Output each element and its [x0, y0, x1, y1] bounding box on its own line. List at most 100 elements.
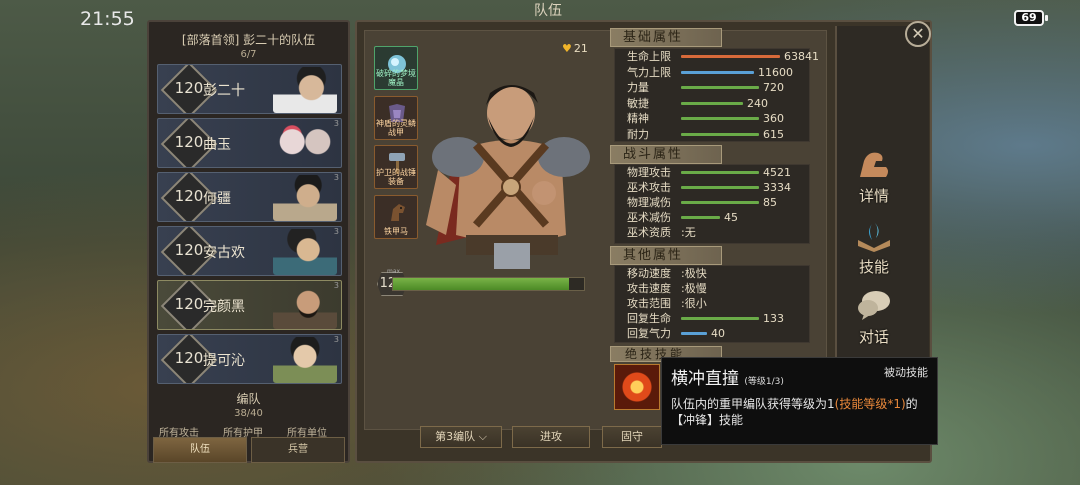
team-list-panel: [部落首领] 彭二十的队伍 6/7 120 彭二十 120 曲玉 3 120 何…	[147, 20, 350, 463]
combat-attributes-header: 战斗属性	[610, 145, 722, 164]
equipment-label: 护卫的战锤装备	[376, 168, 416, 186]
gold-value: 21	[573, 42, 588, 55]
skill-desc-prefix: 队伍内的重甲编队获得等级为1	[671, 397, 835, 411]
details-button[interactable]: 详情	[848, 147, 900, 206]
attribute-label: 耐力	[627, 127, 649, 141]
skill-desc-highlight: (技能等级*1)	[834, 397, 906, 411]
skill-name: 横冲直撞 (等级1/3)	[671, 364, 784, 389]
equipment-slot[interactable]: 护卫的战锤装备	[374, 145, 418, 189]
muscle-arm-icon	[860, 152, 888, 177]
member-portrait	[273, 67, 337, 113]
speech-bubble-icon	[858, 291, 890, 320]
window-title: 队伍	[534, 3, 562, 19]
chevron-down-icon: ⌵	[478, 430, 487, 443]
member-card-selected[interactable]: 120 完颜黑 3	[157, 280, 342, 330]
attribute-value: 360	[763, 112, 784, 125]
member-name: 完颜黑	[203, 299, 245, 315]
unit-filter-dropdown[interactable]: 所有单位	[287, 424, 327, 437]
skill-tooltip: 横冲直撞 (等级1/3) 被动技能 队伍内的重甲编队获得等级为1(技能等级*1)…	[661, 357, 938, 445]
tab-team[interactable]: 队伍	[153, 437, 247, 463]
attribute-bar	[681, 317, 759, 320]
attribute-bar	[681, 332, 707, 335]
attribute-label: 敏捷	[627, 96, 649, 110]
hero-hp-fill	[393, 278, 569, 290]
attribute-label: 巫术资质	[627, 226, 671, 239]
skill-name-text: 横冲直撞	[671, 369, 739, 389]
attribute-bar	[681, 101, 743, 105]
attribute-bar	[681, 117, 759, 120]
other-attributes-header: 其他属性	[610, 246, 722, 265]
armored-horse-icon	[391, 204, 405, 221]
attribute-value: 85	[763, 196, 777, 209]
attribute-label: 物理攻击	[627, 166, 671, 179]
attribute-value: 63841	[784, 50, 819, 63]
member-card[interactable]: 120 彭二十	[157, 64, 342, 114]
dialogue-label: 对话	[858, 328, 889, 346]
heart-icon: ♥	[562, 42, 572, 55]
attribute-label: 精神	[627, 112, 649, 125]
basic-attributes-header: 基础属性	[610, 28, 722, 47]
skill-description: 队伍内的重甲编队获得等级为1(技能等级*1)的【冲锋】技能	[671, 396, 933, 428]
member-name: 提可沁	[203, 353, 245, 369]
skill-book-icon	[858, 222, 890, 252]
equipment-slot[interactable]: 铁甲马	[374, 195, 418, 239]
formation-count: 38/40	[234, 408, 263, 419]
attribute-value: 40	[711, 327, 725, 340]
equipment-label: 铁甲马	[384, 227, 408, 236]
attribute-value: 3334	[763, 181, 791, 194]
member-name: 安古欢	[203, 245, 245, 261]
skill-type: 被动技能	[884, 366, 928, 379]
member-portrait	[273, 283, 337, 329]
slot-number: 3	[333, 281, 339, 290]
member-name: 何疆	[203, 191, 231, 207]
equipment-label: 破碎的梦境魔晶	[376, 69, 416, 87]
attribute-label: 攻击速度	[627, 282, 671, 295]
attribute-value: :无	[681, 226, 696, 239]
attribute-value: 4521	[763, 166, 791, 179]
equipment-slot[interactable]: 破碎的梦境魔晶	[374, 46, 418, 90]
attack-button[interactable]: 进攻	[512, 426, 590, 448]
formation-select-dropdown[interactable]: 第3编队 ⌵	[420, 426, 502, 448]
member-card[interactable]: 120 曲玉 3	[157, 118, 342, 168]
attribute-bar	[681, 186, 759, 189]
attribute-bar	[681, 132, 759, 136]
member-card[interactable]: 120 安古欢 3	[157, 226, 342, 276]
attribute-value: 240	[747, 96, 768, 110]
slot-number: 3	[333, 173, 339, 182]
close-button[interactable]: ✕	[905, 21, 931, 47]
equipment-slot[interactable]: 神盾的灵鳞战甲	[374, 96, 418, 140]
tab-barracks[interactable]: 兵营	[251, 437, 345, 463]
slot-number: 3	[333, 227, 339, 236]
equipment-label: 神盾的灵鳞战甲	[376, 119, 416, 137]
skills-button[interactable]: 技能	[848, 218, 900, 277]
attribute-label: 攻击范围	[627, 297, 671, 310]
armor-filter-dropdown[interactable]: 所有护甲	[223, 424, 263, 437]
details-label: 详情	[858, 187, 889, 205]
attribute-label: 力量	[627, 81, 649, 94]
team-title: [部落首领] 彭二十的队伍	[181, 33, 316, 47]
slot-number: 3	[333, 119, 339, 128]
defend-button[interactable]: 固守	[602, 426, 662, 448]
gold-counter: ♥ 21	[562, 42, 588, 55]
member-card[interactable]: 120 何疆 3	[157, 172, 342, 222]
attribute-value: 11600	[758, 65, 793, 79]
member-card[interactable]: 120 提可沁 3	[157, 334, 342, 384]
skill-icon[interactable]	[614, 364, 660, 410]
attribute-label: 巫术减伤	[627, 211, 671, 224]
attack-filter-dropdown[interactable]: 所有攻击	[159, 424, 199, 437]
member-portrait	[273, 337, 337, 383]
member-portrait	[273, 229, 337, 275]
member-portrait	[273, 175, 337, 221]
dialogue-button[interactable]: 对话	[848, 288, 900, 347]
attribute-label: 回复气力	[627, 327, 671, 340]
attribute-label: 生命上限	[627, 50, 671, 63]
attribute-bar	[681, 70, 754, 74]
attribute-value: :很小	[681, 297, 707, 310]
hero-hp-bar	[392, 277, 585, 291]
slot-number: 3	[333, 335, 339, 344]
battery-indicator: 69	[1014, 10, 1048, 26]
hero-portrait	[426, 85, 590, 269]
clock: 21:55	[80, 8, 135, 30]
attribute-label: 物理减伤	[627, 196, 671, 209]
attribute-value: 720	[763, 81, 784, 94]
